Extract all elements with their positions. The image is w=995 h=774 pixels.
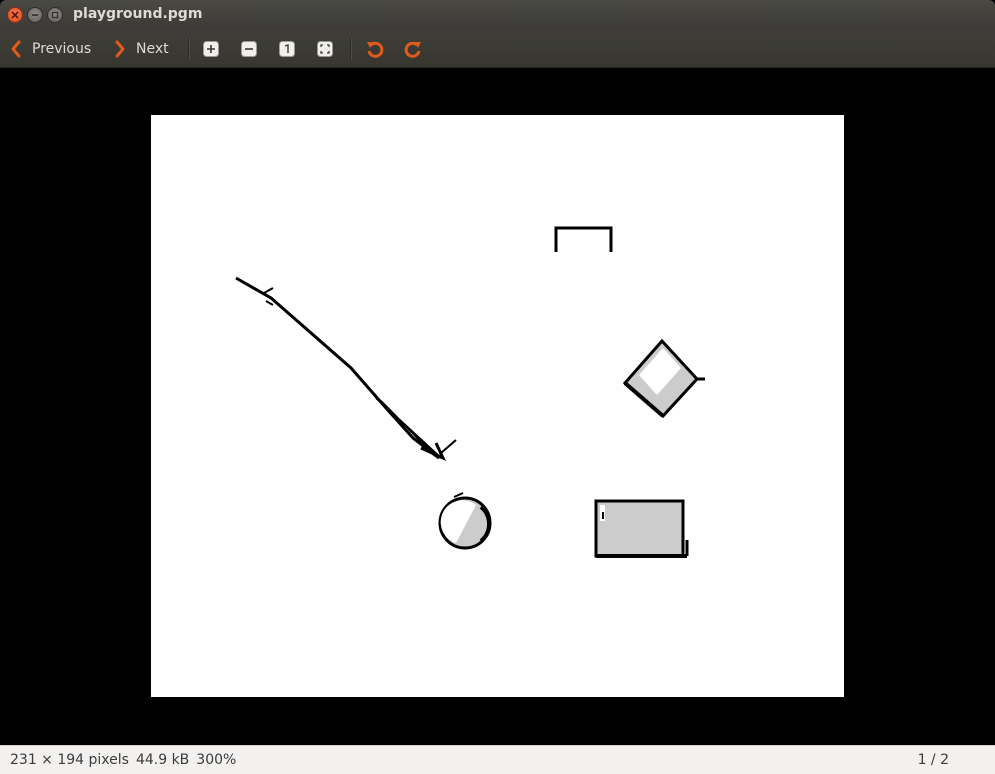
- previous-label: Previous: [32, 41, 92, 57]
- stick-shape: [235, 276, 457, 462]
- minimize-window-button[interactable]: [27, 7, 43, 23]
- image-info: 231 × 194 pixels 44.9 kB 300%: [10, 752, 243, 768]
- toolbar: Previous Next: [0, 30, 995, 68]
- zoom-out-button[interactable]: [239, 39, 259, 59]
- page-indicator: 1 / 2: [917, 752, 949, 768]
- normal-size-button[interactable]: [277, 39, 297, 59]
- maximize-window-button[interactable]: [47, 7, 63, 23]
- normal-size-icon: [279, 41, 295, 57]
- next-label: Next: [136, 41, 169, 57]
- rotate-right-button[interactable]: [403, 39, 423, 59]
- rotate-left-icon: [367, 41, 384, 58]
- status-bar: 231 × 194 pixels 44.9 kB 300% 1 / 2: [0, 745, 995, 774]
- title-bar: playground.pgm: [0, 0, 995, 30]
- bracket-shape: [554, 226, 613, 252]
- best-fit-icon: [317, 41, 333, 57]
- image-viewer[interactable]: [0, 68, 995, 745]
- close-icon: [11, 11, 19, 19]
- chevron-right-icon: [115, 40, 125, 58]
- file-size: 44.9 kB: [135, 752, 190, 768]
- toolbar-separator: [188, 38, 190, 60]
- circle-shape: [438, 492, 492, 550]
- rotate-right-icon: [404, 41, 421, 58]
- toolbar-separator: [350, 38, 352, 60]
- window-title: playground.pgm: [73, 6, 203, 22]
- next-button[interactable]: Next: [114, 38, 169, 60]
- close-window-button[interactable]: [7, 7, 23, 23]
- zoom-out-icon: [241, 41, 257, 57]
- zoom-in-button[interactable]: [201, 39, 221, 59]
- pgm-image: [235, 226, 705, 558]
- maximize-icon: [51, 11, 59, 19]
- zoom-level: 300%: [196, 752, 237, 768]
- rectangle-shape: [594, 499, 689, 558]
- image-dimensions: 231 × 194 pixels: [10, 752, 129, 768]
- tilted-square-shape: [622, 338, 705, 419]
- zoom-in-icon: [203, 41, 219, 57]
- image-canvas: [151, 115, 844, 697]
- minimize-icon: [32, 14, 38, 16]
- chevron-left-icon: [11, 40, 21, 58]
- best-fit-button[interactable]: [315, 39, 335, 59]
- rotate-left-button[interactable]: [365, 39, 385, 59]
- previous-button[interactable]: Previous: [10, 38, 91, 60]
